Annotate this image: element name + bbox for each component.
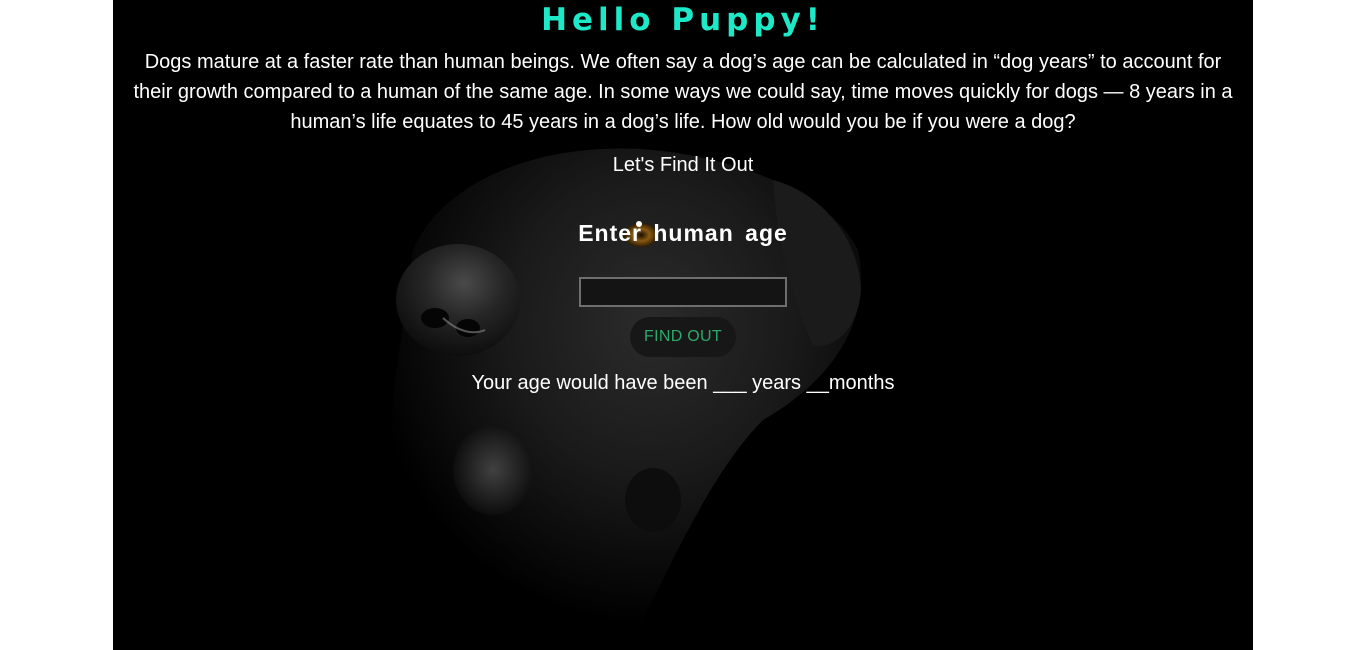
result-text: Your age would have been ___ years __mon… — [471, 372, 895, 394]
find-out-button[interactable]: FIND OUT — [630, 317, 736, 357]
page-title: Hello Puppy! — [541, 2, 825, 38]
main-panel: Hello Puppy! Dogs mature at a faster rat… — [113, 0, 1253, 650]
find-out-heading: Let's Find It Out — [612, 154, 754, 176]
intro-paragraph: Dogs mature at a faster rate than human … — [133, 51, 1233, 133]
human-age-input[interactable] — [579, 277, 787, 307]
age-prompt-label: Enter human age — [578, 220, 788, 246]
content-column: Hello Puppy! Dogs mature at a faster rat… — [113, 0, 1253, 395]
